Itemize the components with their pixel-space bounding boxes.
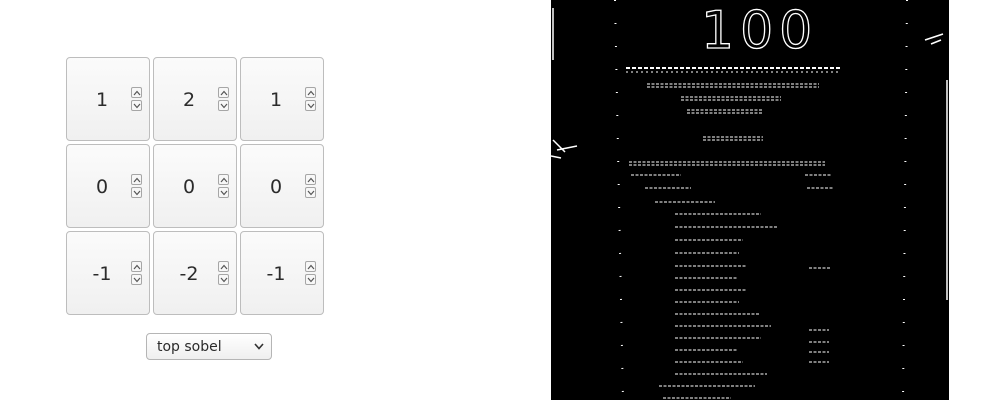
chevron-up-icon [307,90,315,96]
decrement-button[interactable] [131,274,142,285]
number-spinner [218,174,229,199]
chevron-down-icon [220,103,228,109]
kernel-cell-r0-c2[interactable]: 1 [240,57,324,141]
kernel-cell-r2-c1[interactable]: -2 [153,231,237,315]
kernel-cell-value[interactable]: 1 [241,89,311,111]
increment-button[interactable] [131,261,142,272]
chevron-up-icon [220,177,228,183]
filtered-receipt-image: 100 [551,0,949,400]
increment-button[interactable] [305,261,316,272]
decrement-button[interactable] [305,100,316,111]
increment-button[interactable] [131,87,142,98]
kernel-cell-r1-c2[interactable]: 0 [240,144,324,228]
kernel-matrix: 1 2 1 0 0 0 -1 -2 -1 [66,57,324,315]
kernel-cell-r0-c1[interactable]: 2 [153,57,237,141]
chevron-up-icon [133,177,141,183]
chevron-down-icon [220,190,228,196]
increment-button[interactable] [131,174,142,185]
number-spinner [218,87,229,112]
number-spinner [218,261,229,286]
chevron-down-icon [133,277,141,283]
number-spinner [131,261,142,286]
kernel-cell-value[interactable]: -1 [67,263,137,285]
decrement-button[interactable] [218,100,229,111]
kernel-cell-value[interactable]: 0 [154,176,224,198]
kernel-cell-r1-c0[interactable]: 0 [66,144,150,228]
number-spinner [131,87,142,112]
decrement-button[interactable] [305,274,316,285]
edge-detected-receipt: 100 [551,0,948,400]
increment-button[interactable] [305,87,316,98]
kernel-preset-select[interactable]: top sobel [146,333,272,360]
chevron-down-icon [133,190,141,196]
increment-button[interactable] [218,261,229,272]
kernel-cell-value[interactable]: 0 [67,176,137,198]
chevron-up-icon [133,90,141,96]
chevron-down-icon [307,103,315,109]
increment-button[interactable] [218,174,229,185]
decrement-button[interactable] [218,274,229,285]
receipt-big-number: 100 [701,1,818,61]
chevron-up-icon [307,264,315,270]
kernel-cell-r2-c2[interactable]: -1 [240,231,324,315]
chevron-up-icon [133,264,141,270]
kernel-cell-r0-c0[interactable]: 1 [66,57,150,141]
number-spinner [305,174,316,199]
decrement-button[interactable] [305,187,316,198]
number-spinner [305,261,316,286]
decrement-button[interactable] [131,187,142,198]
increment-button[interactable] [305,174,316,185]
decrement-button[interactable] [131,100,142,111]
chevron-down-icon [307,277,315,283]
filter-demo-page: 1 2 1 0 0 0 -1 -2 -1 top sobel 100 [0,0,1000,400]
chevron-down-icon [220,277,228,283]
kernel-preset-selected: top sobel [157,339,222,355]
chevron-down-icon [307,190,315,196]
chevron-up-icon [220,264,228,270]
kernel-cell-value[interactable]: 2 [154,89,224,111]
increment-button[interactable] [218,87,229,98]
chevron-up-icon [307,177,315,183]
kernel-cell-value[interactable]: -1 [241,263,311,285]
chevron-up-icon [220,90,228,96]
kernel-cell-value[interactable]: 1 [67,89,137,111]
number-spinner [131,174,142,199]
number-spinner [305,87,316,112]
kernel-cell-value[interactable]: 0 [241,176,311,198]
kernel-cell-r2-c0[interactable]: -1 [66,231,150,315]
kernel-cell-value[interactable]: -2 [154,263,224,285]
chevron-down-icon [254,343,264,350]
decrement-button[interactable] [218,187,229,198]
chevron-down-icon [133,103,141,109]
kernel-cell-r1-c1[interactable]: 0 [153,144,237,228]
